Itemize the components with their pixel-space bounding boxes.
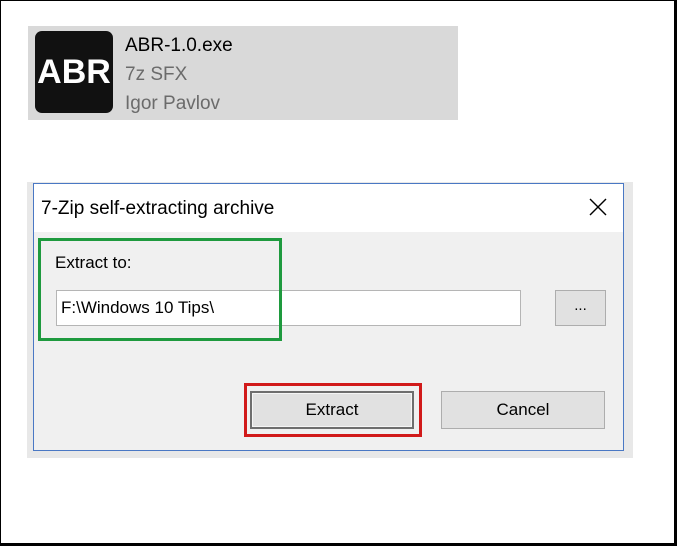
abr-app-icon: ABR (35, 31, 113, 113)
file-type: 7z SFX (125, 64, 188, 85)
dialog-titlebar[interactable]: 7-Zip self-extracting archive (34, 184, 623, 232)
sfx-dialog: 7-Zip self-extracting archive Extract to… (33, 183, 624, 451)
file-name: ABR-1.0.exe (125, 35, 233, 56)
browse-button[interactable]: ... (555, 290, 606, 326)
file-info-tile[interactable]: ABR ABR-1.0.exe 7z SFX Igor Pavlov (28, 26, 458, 120)
cancel-button[interactable]: Cancel (441, 391, 605, 429)
close-icon (589, 198, 607, 216)
extract-path-input[interactable] (56, 290, 521, 326)
extract-to-label: Extract to: (55, 253, 132, 272)
file-author: Igor Pavlov (125, 93, 221, 114)
close-button[interactable] (587, 196, 609, 218)
dialog-title: 7-Zip self-extracting archive (41, 198, 275, 219)
app-icon-text: ABR (37, 52, 111, 91)
file-details: ABR-1.0.exe 7z SFX Igor Pavlov (125, 31, 233, 118)
extract-button[interactable]: Extract (250, 391, 414, 429)
